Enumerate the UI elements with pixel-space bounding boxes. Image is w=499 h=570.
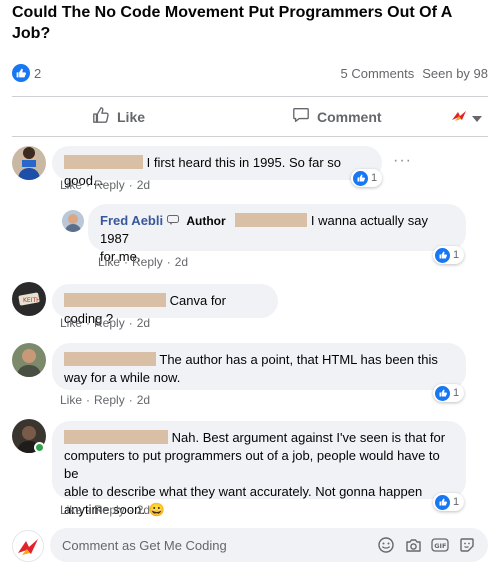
- comment-meta: Like · Reply · 2d: [98, 255, 189, 269]
- thumbs-up-icon: [92, 106, 110, 127]
- comment-bubble: I first heard this in 1995. So far so go…: [52, 146, 382, 188]
- redacted-name: [64, 352, 156, 366]
- comment-reply-link[interactable]: Reply: [94, 316, 125, 330]
- emoji-icon[interactable]: [377, 536, 395, 554]
- comment-reply-link[interactable]: Reply: [94, 178, 125, 192]
- composer-tools: GIF: [377, 536, 476, 554]
- camera-icon[interactable]: [404, 536, 422, 554]
- sticker-icon[interactable]: [458, 536, 476, 554]
- reaction-number: 1: [453, 387, 460, 399]
- avatar[interactable]: [12, 146, 46, 180]
- comment-bubble: Fred Aebli Author I wanna actually say 1…: [88, 204, 466, 264]
- like-reaction-icon[interactable]: [12, 64, 30, 82]
- comment-meta: Like · Reply · 2d: [60, 393, 151, 407]
- page-logo-icon: [451, 109, 467, 127]
- avatar[interactable]: [12, 343, 46, 377]
- reaction-count[interactable]: 1: [433, 384, 465, 402]
- comment-button[interactable]: Comment: [292, 106, 382, 127]
- like-reaction-icon: [353, 170, 368, 186]
- author-badge: Author: [186, 214, 226, 228]
- page-avatar[interactable]: [12, 530, 44, 562]
- comment-timestamp[interactable]: 2d: [137, 178, 150, 192]
- like-reaction-icon: [435, 494, 450, 510]
- redacted-name: [235, 213, 308, 227]
- reaction-count[interactable]: 1: [433, 246, 465, 264]
- comment-button-label: Comment: [317, 108, 382, 125]
- comment-meta: Like · Reply · 2d: [60, 316, 151, 330]
- grinning-emoji-icon: 😀: [148, 502, 165, 517]
- comment-like-link[interactable]: Like: [98, 255, 120, 269]
- online-status-dot: [34, 442, 45, 453]
- comment-text-line2: way for a while now.: [64, 370, 181, 385]
- comment-timestamp[interactable]: 2d: [137, 503, 150, 517]
- post-stats: 2 5 Comments Seen by 98: [12, 62, 488, 84]
- comment-bubble: Canva for coding ?: [52, 284, 278, 326]
- comment-text-line2: computers to put programmers out of a jo…: [64, 448, 440, 481]
- chevron-down-icon: [472, 109, 482, 127]
- page-selector-button[interactable]: [451, 109, 482, 127]
- reaction-number: 1: [371, 172, 378, 184]
- comments-count[interactable]: 5 Comments: [341, 66, 415, 81]
- comment-like-link[interactable]: Like: [60, 503, 82, 517]
- comment-like-link[interactable]: Like: [60, 316, 82, 330]
- action-bar-divider: [12, 136, 488, 137]
- avatar[interactable]: [62, 210, 84, 232]
- comment-text-line1: The author has a point, that HTML has be…: [159, 352, 438, 367]
- comment-bubble-icon: [292, 106, 310, 127]
- reaction-number: 1: [453, 496, 460, 508]
- redacted-name: [64, 155, 143, 169]
- reaction-count[interactable]: 1: [433, 493, 465, 511]
- more-options-icon[interactable]: ···: [393, 152, 412, 170]
- comment-timestamp[interactable]: 2d: [137, 393, 150, 407]
- comment-like-link[interactable]: Like: [60, 178, 82, 192]
- like-reaction-icon: [435, 247, 450, 263]
- comment-like-link[interactable]: Like: [60, 393, 82, 407]
- svg-text:KEITH: KEITH: [23, 297, 41, 304]
- comment-input[interactable]: [62, 537, 352, 553]
- reaction-number: 1: [453, 249, 460, 261]
- comment-reply-link[interactable]: Reply: [94, 503, 125, 517]
- comment-timestamp[interactable]: 2d: [175, 255, 188, 269]
- comment-composer: GIF: [50, 528, 488, 562]
- comment-author-name[interactable]: Fred Aebli: [100, 213, 163, 228]
- gif-icon[interactable]: GIF: [431, 536, 449, 554]
- messenger-icon: [166, 213, 183, 228]
- comment-reply-link[interactable]: Reply: [94, 393, 125, 407]
- comment-meta: Like · Reply · 2d: [60, 503, 151, 517]
- reaction-count[interactable]: 1: [351, 169, 383, 187]
- like-reaction-icon: [435, 385, 450, 401]
- like-button[interactable]: Like: [92, 106, 145, 127]
- redacted-name: [64, 293, 166, 307]
- seen-by-count[interactable]: Seen by 98: [422, 66, 488, 81]
- comment-bubble: Nah. Best argument against I've seen is …: [52, 421, 466, 517]
- comment-bubble: The author has a point, that HTML has be…: [52, 343, 466, 390]
- comment-text-line3: able to describe what they want accurate…: [64, 484, 423, 499]
- svg-text:GIF: GIF: [434, 542, 446, 550]
- comment-meta: Like · Reply · 2d: [60, 178, 151, 192]
- like-button-label: Like: [117, 108, 146, 125]
- comment-reply-link[interactable]: Reply: [132, 255, 163, 269]
- like-count[interactable]: 2: [34, 66, 41, 81]
- avatar[interactable]: KEITH: [12, 282, 46, 316]
- redacted-name: [64, 430, 168, 444]
- comment-text-line1: Nah. Best argument against I've seen is …: [171, 430, 446, 445]
- comment-timestamp[interactable]: 2d: [137, 316, 150, 330]
- post-action-bar: Like Comment: [12, 96, 488, 136]
- post-title: Could The No Code Movement Put Programme…: [12, 4, 452, 42]
